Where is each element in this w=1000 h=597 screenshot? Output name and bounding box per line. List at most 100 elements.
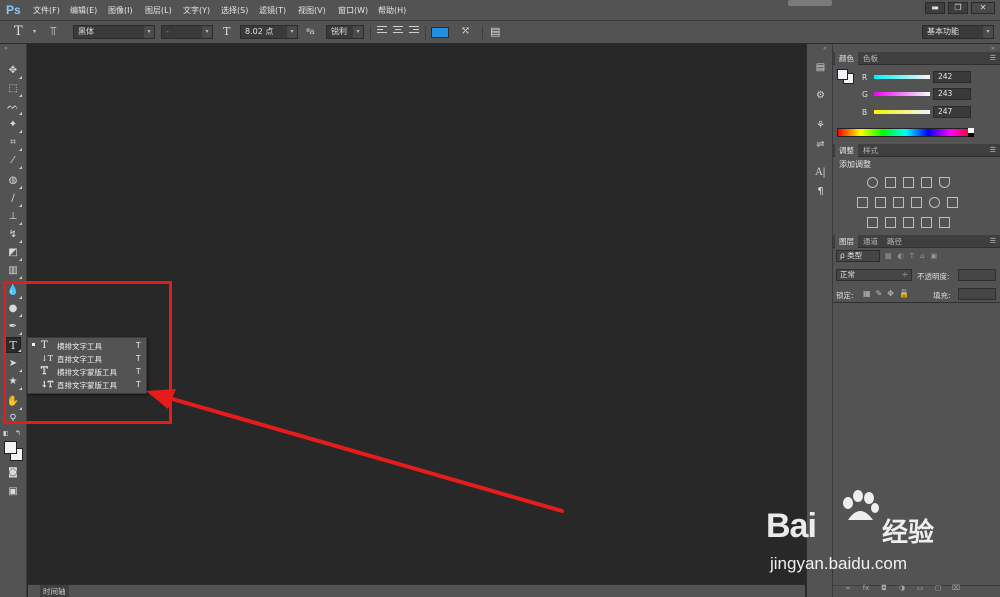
blend-mode-select[interactable]: 正常 ÷ bbox=[836, 269, 912, 281]
menu-file[interactable]: 文件(F) bbox=[33, 5, 60, 16]
collapse-arrows-icon[interactable]: » bbox=[991, 45, 995, 52]
panel-menu-icon[interactable]: ☰ bbox=[990, 146, 996, 154]
anti-alias-select[interactable]: 锐利 ▾ bbox=[326, 25, 364, 39]
foreground-color-swatch[interactable] bbox=[837, 69, 848, 80]
crop-tool-icon[interactable]: ⌗ bbox=[5, 135, 22, 151]
lock-icons[interactable]: ▦✎✥🔒 bbox=[863, 289, 914, 298]
green-slider[interactable] bbox=[874, 92, 930, 96]
font-family-select[interactable]: 黑体 ▾ bbox=[73, 25, 155, 39]
minimize-button[interactable]: ▬ bbox=[925, 2, 945, 14]
menu-view[interactable]: 视图(V) bbox=[298, 5, 326, 16]
paragraph-panel-icon[interactable]: ¶ bbox=[814, 185, 827, 198]
panel-menu-icon[interactable]: ☰ bbox=[990, 54, 996, 62]
chevron-down-icon[interactable]: ▾ bbox=[33, 28, 36, 35]
eyedropper-tool-icon[interactable]: ⁄ bbox=[5, 153, 22, 169]
brush-panel-icon[interactable]: ⚘ bbox=[814, 119, 827, 132]
red-slider[interactable] bbox=[874, 75, 930, 79]
tab-paths[interactable]: 路径 bbox=[883, 235, 906, 248]
move-tool-icon[interactable]: ✥ bbox=[5, 63, 22, 79]
add-mask-icon[interactable]: ◘ bbox=[879, 584, 889, 593]
panel-menu-icon[interactable]: ☰ bbox=[990, 237, 996, 245]
exposure-icon[interactable] bbox=[921, 177, 932, 188]
posterize-icon[interactable] bbox=[885, 217, 896, 228]
expand-arrows-icon[interactable]: « bbox=[823, 45, 827, 52]
green-value-field[interactable]: 243 bbox=[933, 88, 971, 100]
fill-field[interactable] bbox=[958, 288, 996, 300]
workspace-select[interactable]: 基本功能 ▾ bbox=[922, 25, 994, 39]
magic-wand-tool-icon[interactable]: ✦ bbox=[5, 117, 22, 133]
menu-help[interactable]: 帮助(H) bbox=[378, 5, 406, 16]
threshold-icon[interactable] bbox=[903, 217, 914, 228]
align-left-icon[interactable] bbox=[377, 26, 388, 37]
tab-swatches[interactable]: 色板 bbox=[859, 52, 882, 65]
quick-mask-icon[interactable]: ◙ bbox=[5, 465, 21, 481]
character-panel-icon[interactable]: A| bbox=[814, 166, 827, 179]
blue-value-field[interactable]: 247 bbox=[933, 106, 971, 118]
default-colors-icon[interactable]: ◧ bbox=[3, 430, 9, 437]
text-color-swatch[interactable] bbox=[431, 27, 449, 38]
properties-panel-icon[interactable]: ⚙ bbox=[814, 89, 827, 102]
close-button[interactable]: ✕ bbox=[971, 2, 995, 14]
swap-colors-icon[interactable]: ↰ bbox=[15, 429, 21, 437]
black-swatch[interactable] bbox=[968, 133, 974, 137]
link-layers-icon[interactable]: ∞ bbox=[843, 584, 853, 593]
collapse-arrows-icon[interactable]: » bbox=[4, 45, 8, 52]
layer-filter-select[interactable]: ρ 类型 bbox=[836, 250, 880, 262]
fx-icon[interactable]: fx bbox=[861, 584, 871, 593]
selective-color-icon[interactable] bbox=[939, 217, 950, 228]
layer-filter-icons[interactable]: ▦◐T⌂▣ bbox=[885, 252, 985, 261]
font-size-select[interactable]: 8.02 点 ▾ bbox=[240, 25, 298, 39]
warp-text-icon[interactable]: ⤲ bbox=[461, 24, 470, 37]
title-scroll-handle[interactable] bbox=[788, 0, 832, 6]
blue-slider[interactable] bbox=[874, 110, 930, 114]
type-tool-preset-icon[interactable]: T bbox=[14, 24, 23, 39]
opacity-field[interactable] bbox=[958, 269, 996, 281]
curves-icon[interactable] bbox=[903, 177, 914, 188]
history-panel-icon[interactable]: ▤ bbox=[814, 61, 827, 74]
menu-edit[interactable]: 编辑(E) bbox=[70, 5, 97, 16]
brush-presets-icon[interactable]: ⇌ bbox=[814, 138, 827, 151]
menu-type[interactable]: 文字(Y) bbox=[183, 5, 210, 16]
menu-filter[interactable]: 滤镜(T) bbox=[259, 5, 286, 16]
levels-icon[interactable] bbox=[885, 177, 896, 188]
eraser-tool-icon[interactable]: ◩ bbox=[5, 245, 22, 261]
color-lookup-icon[interactable] bbox=[947, 197, 958, 208]
vibrance-icon[interactable] bbox=[939, 177, 950, 188]
foreground-color-swatch[interactable] bbox=[4, 441, 17, 454]
gradient-map-icon[interactable] bbox=[921, 217, 932, 228]
channel-mixer-icon[interactable] bbox=[929, 197, 940, 208]
gradient-tool-icon[interactable]: ▥ bbox=[5, 263, 22, 279]
color-balance-icon[interactable] bbox=[875, 197, 886, 208]
new-layer-icon[interactable]: ▢ bbox=[933, 584, 943, 593]
menu-layer[interactable]: 图层(L) bbox=[145, 5, 172, 16]
tab-styles[interactable]: 样式 bbox=[859, 144, 882, 157]
color-spectrum-bar[interactable] bbox=[837, 128, 974, 137]
hue-saturation-icon[interactable] bbox=[857, 197, 868, 208]
adjustment-layer-icon[interactable]: ◑ bbox=[897, 584, 907, 593]
photo-filter-icon[interactable] bbox=[911, 197, 922, 208]
brush-tool-icon[interactable]: ∕ bbox=[5, 191, 22, 207]
tab-timeline[interactable]: 时间轴 bbox=[40, 585, 69, 597]
healing-brush-tool-icon[interactable]: ◍ bbox=[5, 173, 22, 189]
clone-stamp-tool-icon[interactable]: ⊥ bbox=[5, 209, 22, 225]
trash-icon[interactable]: ⌧ bbox=[951, 584, 961, 593]
menu-window[interactable]: 窗口(W) bbox=[338, 5, 368, 16]
black-white-icon[interactable] bbox=[893, 197, 904, 208]
history-brush-tool-icon[interactable]: ↯ bbox=[5, 227, 22, 243]
restore-button[interactable]: ❐ bbox=[948, 2, 968, 14]
marquee-tool-icon[interactable]: ⬚ bbox=[5, 81, 22, 97]
menu-select[interactable]: 选择(S) bbox=[221, 5, 248, 16]
lasso-tool-icon[interactable]: ᨓ bbox=[5, 99, 22, 115]
font-style-select[interactable]: - ▾ bbox=[161, 25, 213, 39]
red-value-field[interactable]: 242 bbox=[933, 71, 971, 83]
menu-image[interactable]: 图像(I) bbox=[108, 5, 133, 16]
tab-layers[interactable]: 图层 bbox=[835, 235, 858, 248]
tab-color[interactable]: 颜色 bbox=[835, 52, 858, 65]
new-group-icon[interactable]: ▭ bbox=[915, 584, 925, 593]
tab-adjustments[interactable]: 调整 bbox=[835, 144, 858, 157]
invert-icon[interactable] bbox=[867, 217, 878, 228]
align-right-icon[interactable] bbox=[409, 26, 420, 37]
tab-channels[interactable]: 通道 bbox=[859, 235, 882, 248]
orientation-toggle-icon[interactable]: ⫪ bbox=[50, 24, 57, 39]
character-panel-icon[interactable]: ▤ bbox=[490, 25, 500, 38]
